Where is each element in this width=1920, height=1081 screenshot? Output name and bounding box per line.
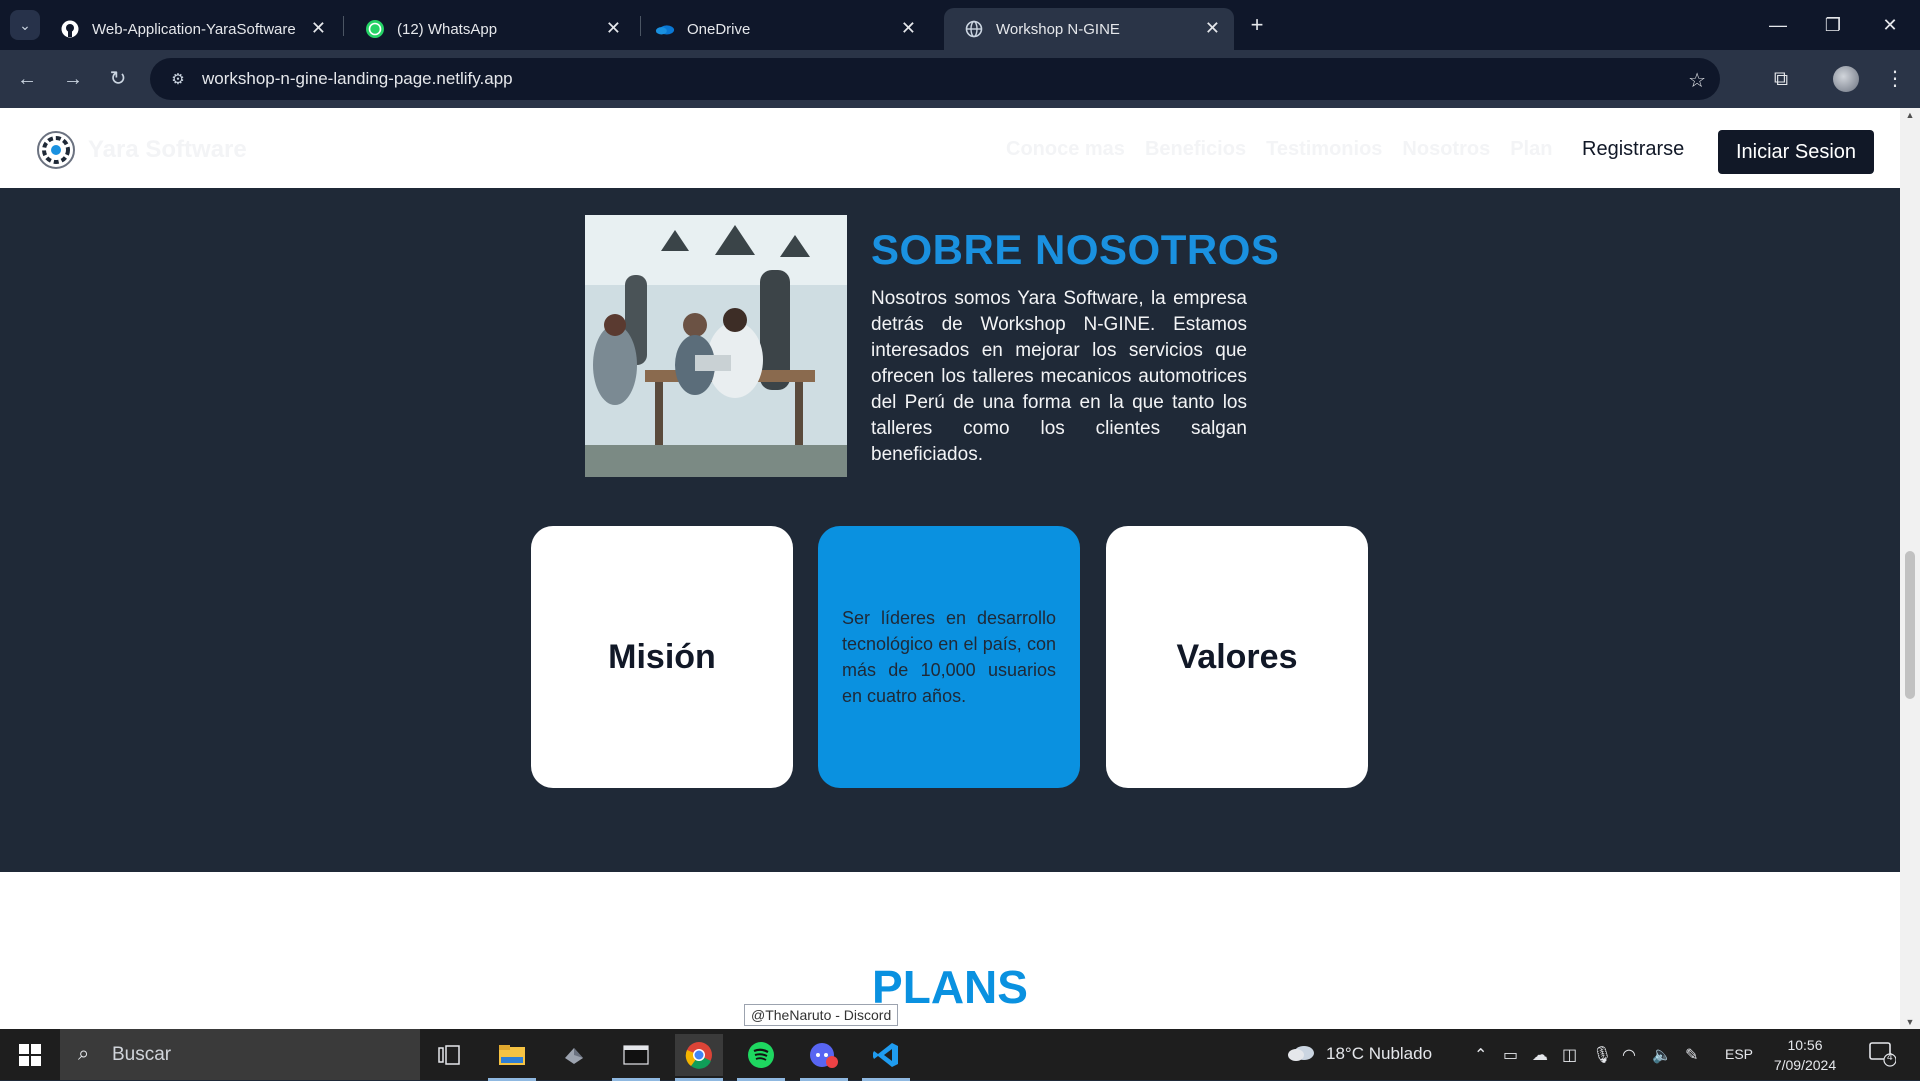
close-window-icon[interactable]: ✕ [1870,10,1910,40]
camera-icon[interactable]: ◫ [1562,1045,1577,1065]
chrome-icon[interactable] [675,1034,723,1081]
onedrive-tray-icon[interactable]: ☁ [1532,1045,1548,1065]
spotify-icon[interactable] [737,1034,785,1081]
tab-title: OneDrive [687,20,751,38]
nav-link-plan[interactable]: Plan [1510,138,1552,161]
close-tab-icon[interactable]: ✕ [1205,19,1220,37]
tab-divider [343,16,344,36]
battery-icon[interactable]: ▭ [1503,1045,1518,1065]
plans-title: PLANS [872,961,1028,1013]
more-menu-icon[interactable]: ⋮ [1880,64,1910,94]
vision-text: Ser líderes en desarrollo tecnológico en… [842,608,1056,706]
tab-title: (12) WhatsApp [397,20,498,38]
team-photo [585,215,847,477]
onedrive-icon [655,19,675,39]
search-placeholder: Buscar [112,1043,172,1065]
values-title: Valores [1176,637,1298,676]
browser-tab-bar: ⌄ Web-Application-YaraSoftware ✕ (12) Wh… [0,0,1920,50]
scroll-up-arrow-icon[interactable]: ▲ [1905,110,1915,120]
tab-title: Workshop N-GINE [996,20,1120,38]
nav-link-nosotros[interactable]: Nosotros [1402,138,1490,161]
login-button[interactable]: Iniciar Sesion [1718,130,1874,174]
globe-icon [964,19,984,39]
nav-link-conoce-mas[interactable]: Conoce mas [1006,138,1125,161]
vision-card[interactable]: Ser líderes en desarrollo tecnológico en… [818,526,1080,788]
search-icon: ⌕ [78,1043,90,1065]
bookmark-star-icon[interactable]: ☆ [1688,68,1706,93]
site-settings-icon[interactable]: ⚙ [158,70,198,88]
browser-toolbar: ← → ↻ ⚙ workshop-n-gine-landing-page.net… [0,50,1920,108]
brand-name[interactable]: Yara Software [88,136,247,164]
weather-text[interactable]: 18°C Nublado [1326,1044,1432,1064]
taskbar-tooltip: @TheNaruto - Discord [744,1004,899,1026]
close-tab-icon[interactable]: ✕ [606,19,621,37]
task-view-icon[interactable] [425,1034,473,1076]
page-scrollbar[interactable]: ▲ ▼ [1900,108,1920,1029]
language-indicator[interactable]: ESP [1725,1046,1753,1062]
site-header: Yara Software Conoce mas Beneficios Test… [0,108,1900,188]
values-card[interactable]: Valores [1106,526,1368,788]
restore-icon[interactable]: ❐ [1813,10,1853,40]
address-bar[interactable]: ⚙ workshop-n-gine-landing-page.netlify.a… [150,58,1720,100]
new-tab-button[interactable]: + [1244,12,1270,38]
cloud-weather-icon[interactable] [1286,1041,1316,1068]
forward-arrow-icon[interactable]: → [58,64,88,94]
clock-time: 10:56 [1787,1037,1823,1053]
profile-avatar[interactable] [1833,66,1859,92]
yara-logo-icon[interactable] [36,130,76,170]
tab-whatsapp[interactable]: (12) WhatsApp ✕ [345,8,635,50]
scroll-down-arrow-icon[interactable]: ▼ [1905,1017,1915,1027]
nav-link-beneficios[interactable]: Beneficios [1145,138,1246,161]
register-button[interactable]: Registrarse [1582,138,1684,161]
pen-icon[interactable]: ✎ [1685,1045,1698,1065]
back-arrow-icon[interactable]: ← [12,64,42,94]
clock-date: 7/09/2024 [1773,1057,1837,1073]
system-clock[interactable]: 10:56 7/09/2024 [1770,1035,1840,1075]
wifi-icon[interactable]: ◠ [1622,1045,1636,1065]
mission-title: Misión [608,637,716,676]
extensions-icon[interactable]: ⧉ [1766,64,1796,94]
about-description: Nosotros somos Yara Software, la empresa… [871,288,1247,465]
taskbar-search[interactable]: ⌕ Buscar [60,1029,420,1080]
about-title: SOBRE NOSOTROS [871,226,1280,273]
speaker-icon[interactable]: 🔈 [1652,1045,1672,1065]
notification-count: 4 [1887,1052,1893,1063]
vscode-icon[interactable] [862,1034,910,1081]
chevron-down-icon: ⌄ [19,16,31,33]
tab-onedrive[interactable]: OneDrive ✕ [635,8,930,50]
nav-link-testimonios[interactable]: Testimonios [1266,138,1382,161]
chevron-up-icon[interactable]: ⌃ [1474,1045,1487,1065]
discord-icon[interactable] [800,1034,848,1081]
notification-center-icon[interactable]: 4 [1868,1041,1898,1069]
file-explorer-icon[interactable] [488,1034,536,1081]
scrollbar-thumb[interactable] [1905,551,1915,699]
reload-icon[interactable]: ↻ [103,64,133,94]
tab-workshop-n-gine[interactable]: Workshop N-GINE ✕ [944,8,1234,50]
page-viewport: Yara Software Conoce mas Beneficios Test… [0,108,1900,1029]
terminal-icon[interactable] [612,1034,660,1081]
url-text[interactable]: workshop-n-gine-landing-page.netlify.app [202,69,513,89]
mission-card[interactable]: Misión [531,526,793,788]
close-tab-icon[interactable]: ✕ [901,19,916,37]
whatsapp-icon [365,19,385,39]
tab-search-button[interactable]: ⌄ [10,10,40,40]
windows-taskbar: ⌕ Buscar 18°C Nublado ⌃ ▭ ☁ ◫ 🎙 ◠ 🔈 ✎ ES… [0,1029,1920,1081]
minimize-icon[interactable]: — [1758,10,1798,40]
github-icon [60,19,80,39]
tab-github[interactable]: Web-Application-YaraSoftware ✕ [40,8,340,50]
windows-start-icon[interactable] [10,1039,50,1071]
plans-section: PLANS [0,872,1900,1029]
microphone-icon[interactable]: 🎙 [1592,1045,1612,1065]
about-section: SOBRE NOSOTROS Nosotros somos Yara Softw… [0,188,1900,872]
close-tab-icon[interactable]: ✕ [311,19,326,37]
tab-title: Web-Application-YaraSoftware [92,20,296,38]
main-nav: Conoce mas Beneficios Testimonios Nosotr… [1006,138,1552,161]
vpn-app-icon[interactable] [550,1034,598,1076]
